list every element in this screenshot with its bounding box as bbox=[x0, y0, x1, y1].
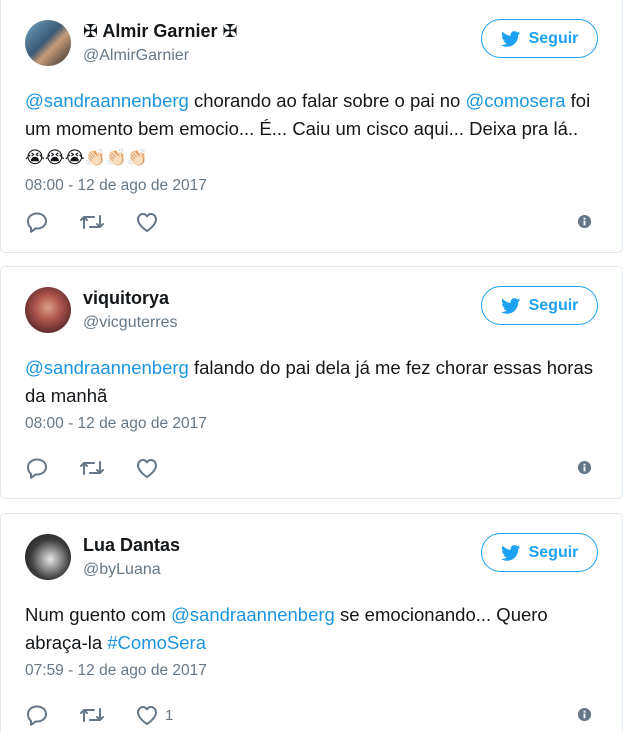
retweet-icon bbox=[80, 461, 104, 475]
retweet-button[interactable] bbox=[79, 457, 105, 479]
twitter-bird-icon bbox=[500, 544, 520, 561]
reply-button[interactable] bbox=[25, 704, 49, 726]
info-icon[interactable] bbox=[577, 460, 592, 475]
user-info: viquitorya @vicguterres bbox=[83, 288, 178, 332]
follow-button[interactable]: Seguir bbox=[481, 533, 598, 572]
tweet-actions bbox=[25, 456, 598, 480]
avatar[interactable] bbox=[25, 534, 71, 580]
like-button[interactable] bbox=[135, 211, 165, 233]
tweet-text: Num guento com @sandraannenberg se emoci… bbox=[25, 601, 600, 657]
follow-button[interactable]: Seguir bbox=[481, 286, 598, 325]
reply-icon bbox=[27, 212, 47, 233]
heart-icon bbox=[137, 213, 157, 232]
display-name[interactable]: viquitorya bbox=[83, 288, 178, 310]
twitter-bird-icon bbox=[500, 30, 520, 47]
heart-icon bbox=[137, 459, 157, 478]
mention-link[interactable]: @comosera bbox=[466, 90, 566, 111]
display-name[interactable]: ✠ Almir Garnier ✠ bbox=[83, 21, 238, 43]
tweet-actions bbox=[25, 210, 598, 234]
tweet-timestamp[interactable]: 08:00 - 12 de ago de 2017 bbox=[25, 177, 598, 195]
mention-link[interactable]: @sandraannenberg bbox=[25, 90, 189, 111]
tweet-card: ✠ Almir Garnier ✠ @AlmirGarnier Seguir @… bbox=[0, 0, 623, 253]
user-handle[interactable]: @AlmirGarnier bbox=[83, 46, 238, 65]
tweet-card: Lua Dantas @byLuana Seguir Num guento co… bbox=[0, 513, 623, 732]
reply-button[interactable] bbox=[25, 211, 49, 233]
follow-label: Seguir bbox=[528, 29, 579, 47]
retweet-button[interactable] bbox=[79, 211, 105, 233]
emoji-sequence: 😭😭😭👏🏻👏🏻👏🏻 bbox=[25, 148, 149, 168]
twitter-bird-icon bbox=[500, 297, 520, 314]
like-count: 1 bbox=[165, 706, 174, 724]
follow-label: Seguir bbox=[528, 296, 579, 314]
info-icon[interactable] bbox=[577, 214, 592, 229]
heart-icon bbox=[137, 706, 157, 725]
reply-button[interactable] bbox=[25, 457, 49, 479]
user-info: Lua Dantas @byLuana bbox=[83, 535, 180, 579]
tweet-text-segment: chorando ao falar sobre o pai no bbox=[188, 90, 466, 111]
avatar[interactable] bbox=[25, 287, 71, 333]
tweet-timestamp[interactable]: 07:59 - 12 de ago de 2017 bbox=[25, 662, 598, 680]
info-icon[interactable] bbox=[577, 707, 592, 722]
reply-icon bbox=[27, 705, 47, 726]
avatar[interactable] bbox=[25, 20, 71, 66]
tweet-timestamp[interactable]: 08:00 - 12 de ago de 2017 bbox=[25, 415, 598, 433]
like-button[interactable]: 1 bbox=[135, 704, 173, 726]
follow-label: Seguir bbox=[528, 543, 579, 561]
reply-icon bbox=[27, 458, 47, 479]
tweet-text: @sandraannenberg chorando ao falar sobre… bbox=[25, 87, 600, 172]
tweet-actions: 1 bbox=[25, 703, 598, 727]
tweet-text: @sandraannenberg falando do pai dela já … bbox=[25, 354, 600, 410]
user-handle[interactable]: @vicguterres bbox=[83, 313, 178, 332]
mention-link[interactable]: @sandraannenberg bbox=[171, 604, 335, 625]
retweet-icon bbox=[80, 215, 104, 229]
user-handle[interactable]: @byLuana bbox=[83, 560, 180, 579]
display-name[interactable]: Lua Dantas bbox=[83, 535, 180, 557]
follow-button[interactable]: Seguir bbox=[481, 19, 598, 58]
retweet-icon bbox=[80, 708, 104, 722]
like-button[interactable] bbox=[135, 457, 165, 479]
hashtag-link[interactable]: #ComoSera bbox=[107, 632, 206, 653]
tweet-text-segment: Num guento com bbox=[25, 604, 172, 625]
retweet-button[interactable] bbox=[79, 704, 105, 726]
mention-link[interactable]: @sandraannenberg bbox=[25, 357, 189, 378]
tweet-card: viquitorya @vicguterres Seguir @sandraan… bbox=[0, 266, 623, 499]
tweet-feed: ✠ Almir Garnier ✠ @AlmirGarnier Seguir @… bbox=[0, 0, 623, 732]
user-info: ✠ Almir Garnier ✠ @AlmirGarnier bbox=[83, 21, 238, 65]
